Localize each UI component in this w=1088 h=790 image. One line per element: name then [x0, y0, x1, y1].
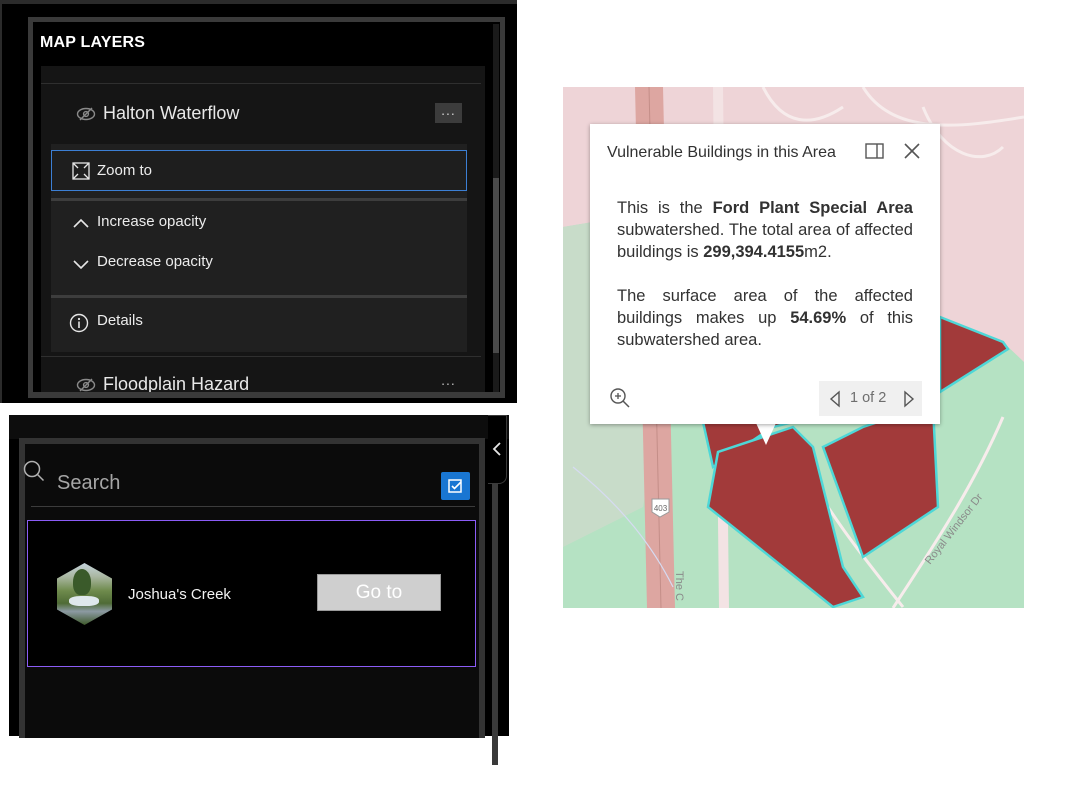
increase-opacity-label: Increase opacity — [97, 213, 207, 230]
chevron-up-icon — [73, 218, 89, 228]
feature-pager: 1 of 2 — [819, 381, 922, 416]
window-top-border — [9, 415, 509, 439]
popup-pointer — [756, 423, 776, 445]
previous-feature-icon[interactable] — [828, 390, 842, 408]
feature-popup: Vulnerable Buildings in this Area This i… — [590, 124, 940, 424]
zoom-extent-icon — [72, 162, 90, 180]
filter-button[interactable] — [441, 472, 470, 500]
map-layers-panel: MAP LAYERS Halton Waterflow ... Zoom to … — [28, 17, 505, 398]
popup-paragraph: This is the Ford Plant Special Area subw… — [617, 199, 913, 261]
window-left-border — [0, 4, 2, 403]
search-window: Joshua's Creek Go to — [9, 415, 509, 765]
layer-name-halton-waterflow[interactable]: Halton Waterflow — [103, 103, 239, 124]
svg-text:403: 403 — [654, 504, 668, 513]
eye-hidden-icon[interactable] — [76, 378, 96, 392]
layer-name-floodplain-hazard[interactable]: Floodplain Hazard — [103, 374, 249, 392]
close-icon[interactable] — [901, 140, 923, 162]
dock-icon[interactable] — [864, 141, 886, 161]
result-thumbnail — [57, 563, 112, 625]
divider — [41, 83, 481, 84]
next-feature-icon[interactable] — [902, 390, 916, 408]
decrease-opacity-label: Decrease opacity — [97, 253, 213, 270]
chevron-left-icon — [492, 442, 501, 456]
map-layers-window: MAP LAYERS Halton Waterflow ... Zoom to … — [0, 0, 517, 403]
scrollbar-thumb[interactable] — [493, 178, 499, 353]
info-icon — [69, 313, 89, 333]
pager-count: 1 of 2 — [850, 390, 887, 406]
search-icon — [23, 460, 45, 482]
search-underline — [31, 506, 475, 507]
popup-content: This is the Ford Plant Special Area subw… — [617, 197, 913, 373]
collapse-panel-button[interactable] — [488, 415, 507, 484]
popup-paragraph: The surface area of the affected buildin… — [617, 287, 913, 349]
zoom-in-icon[interactable] — [609, 387, 631, 409]
divider — [41, 356, 481, 357]
street-label-the-c: The C — [673, 571, 685, 601]
layer-options-button[interactable]: ... — [435, 103, 462, 123]
menu-separator — [51, 295, 467, 298]
search-input[interactable] — [57, 468, 427, 498]
increase-opacity-button[interactable]: Increase opacity — [51, 210, 467, 242]
details-label: Details — [97, 312, 143, 329]
panel-title: MAP LAYERS — [40, 34, 146, 51]
zoom-to-label: Zoom to — [97, 162, 153, 179]
thumbnail-tree — [73, 569, 91, 595]
layer-list: Halton Waterflow ... Zoom to Increase op… — [41, 66, 485, 392]
details-button[interactable]: Details — [51, 306, 467, 340]
layer-action-menu: Zoom to Increase opacity Decrease opacit… — [51, 144, 467, 352]
menu-separator — [51, 198, 467, 201]
scrollbar[interactable] — [492, 472, 498, 765]
popup-title: Vulnerable Buildings in this Area — [607, 144, 836, 161]
decrease-opacity-button[interactable]: Decrease opacity — [51, 250, 467, 282]
eye-hidden-icon[interactable] — [76, 107, 96, 121]
thumbnail-water — [69, 596, 99, 606]
search-result-card[interactable]: Joshua's Creek Go to — [27, 520, 476, 667]
result-title: Joshua's Creek — [128, 586, 231, 603]
checklist-icon — [448, 479, 462, 493]
zoom-to-button[interactable]: Zoom to — [51, 150, 467, 191]
window-top-border — [0, 0, 517, 4]
chevron-down-icon — [73, 260, 89, 270]
layer-options-button[interactable]: ... — [435, 373, 462, 392]
go-to-button[interactable]: Go to — [317, 574, 441, 611]
